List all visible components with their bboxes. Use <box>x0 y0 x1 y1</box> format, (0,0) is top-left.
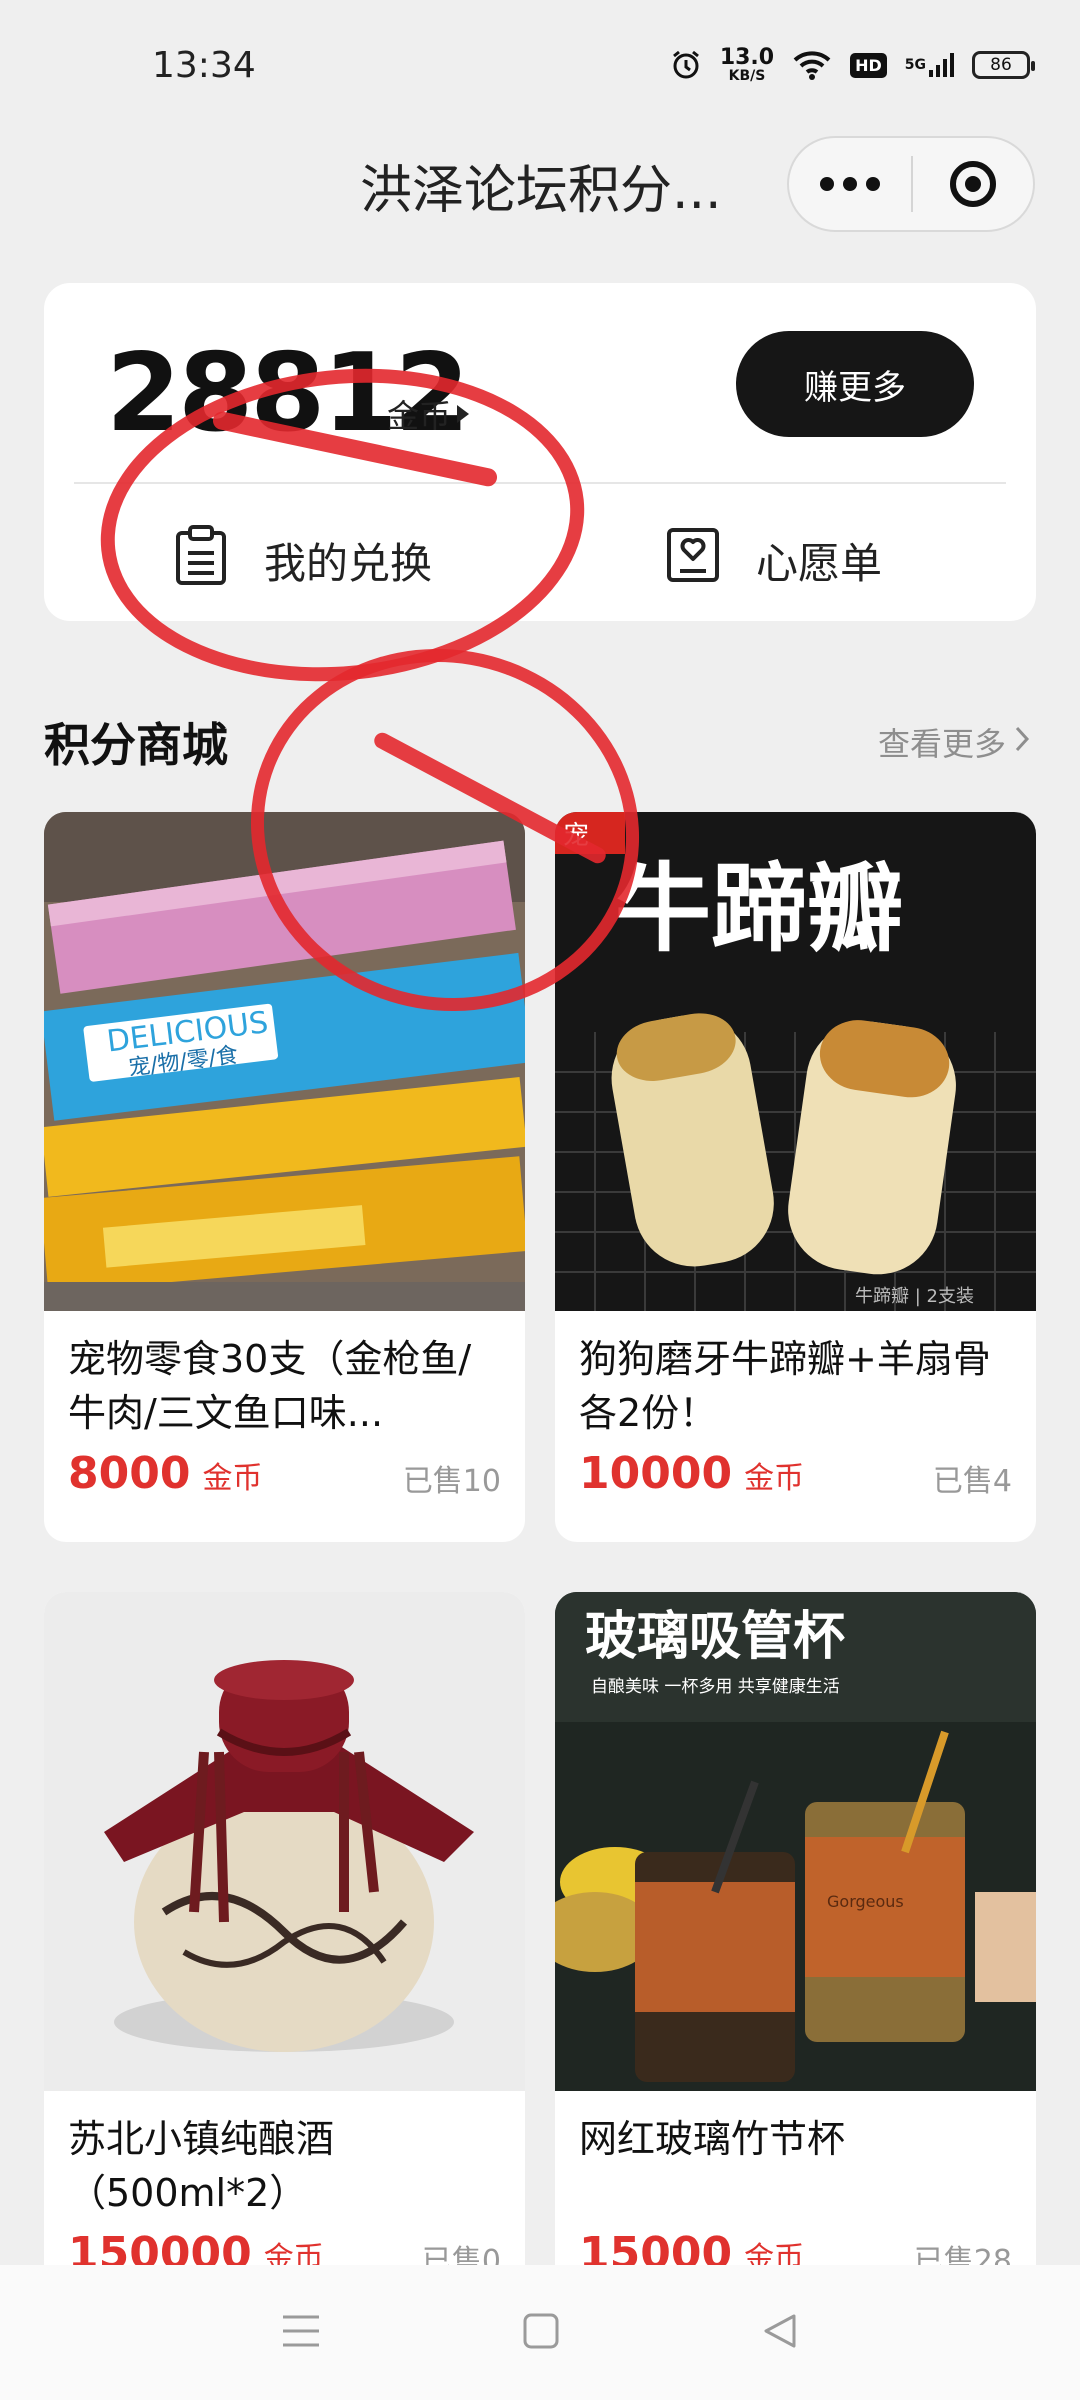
product-image-glass-cups: 玻璃吸管杯 自酿美味 一杯多用 共享健康生活 Gorgeous <box>555 1592 1036 2091</box>
wishlist-button[interactable]: 心愿单 <box>666 515 882 605</box>
system-nav-bar <box>0 2265 1080 2400</box>
product-price: 10000 金币 <box>579 1448 804 1499</box>
status-icons: 13.0 KB/S HD 5G 86 <box>670 45 1035 84</box>
product-card[interactable]: 苏北小镇纯酿酒（500ml*2） 150000 金币 已售0 <box>44 1592 525 2322</box>
mall-title: 积分商城 <box>44 718 228 772</box>
image-title-text: 玻璃吸管杯 <box>585 1607 845 1667</box>
product-price: 8000 金币 <box>68 1448 262 1499</box>
more-options-button[interactable] <box>789 177 911 191</box>
product-name: 苏北小镇纯酿酒（500ml*2） <box>68 2117 335 2215</box>
status-bar: 13:34 13.0 KB/S HD 5G 86 <box>0 0 1080 130</box>
sold-count: 已售10 <box>402 1464 501 1499</box>
wishlist-label: 心愿单 <box>756 538 883 588</box>
chevron-right-icon <box>1014 723 1030 761</box>
image-caption-text: 牛蹄瓣 | 2支装 <box>855 1286 974 1307</box>
close-button[interactable] <box>913 161 1033 207</box>
price-unit: 金币 <box>202 1461 263 1496</box>
sold-count: 已售4 <box>932 1464 1012 1499</box>
hd-badge: HD <box>850 52 887 78</box>
home-icon[interactable] <box>522 2312 560 2354</box>
price-value: 10000 <box>579 1448 733 1499</box>
back-icon[interactable] <box>761 2312 799 2354</box>
signal-icon: 5G <box>905 52 954 78</box>
menu-icon[interactable] <box>281 2313 321 2353</box>
image-title-text: 牛蹄瓣 <box>615 853 903 965</box>
nav-bar: 洪泽论坛积分... <box>0 130 1080 240</box>
cup-brand-text: Gorgeous <box>827 1892 904 1911</box>
product-name: 网红玻璃竹节杯 <box>579 2117 846 2161</box>
see-more-label: 查看更多 <box>877 725 1006 763</box>
product-name: 狗狗磨牙牛蹄瓣+羊扇骨各2份！ <box>579 1337 991 1435</box>
alarm-icon <box>670 49 702 81</box>
product-name: 宠物零食30支（金枪鱼/牛肉/三文鱼口味... <box>68 1337 472 1435</box>
miniprogram-capsule <box>787 136 1035 232</box>
heart-frame-icon <box>666 527 720 593</box>
page-title: 洪泽论坛积分... <box>360 161 722 221</box>
battery-icon: 86 <box>972 51 1035 79</box>
product-image-wine-jar <box>44 1592 525 2091</box>
product-card[interactable]: 宠 牛蹄瓣 牛蹄瓣 | 2支装 狗狗磨牙牛蹄瓣+羊扇骨各2份！ 10000 金币… <box>555 812 1036 1542</box>
image-subtitle-text: 自酿美味 一杯多用 共享健康生活 <box>591 1677 840 1697</box>
status-time: 13:34 <box>152 44 256 86</box>
earn-more-button[interactable]: 赚更多 <box>736 331 974 437</box>
see-more-link[interactable]: 查看更多 <box>878 719 1030 765</box>
price-value: 8000 <box>68 1448 191 1499</box>
close-ring-icon <box>950 161 996 207</box>
wifi-icon <box>792 50 832 80</box>
network-speed: 13.0 KB/S <box>719 45 775 84</box>
price-unit: 金币 <box>744 1461 805 1496</box>
product-card[interactable]: 玻璃吸管杯 自酿美味 一杯多用 共享健康生活 Gorgeous 网红玻璃竹节杯 … <box>555 1592 1036 2322</box>
